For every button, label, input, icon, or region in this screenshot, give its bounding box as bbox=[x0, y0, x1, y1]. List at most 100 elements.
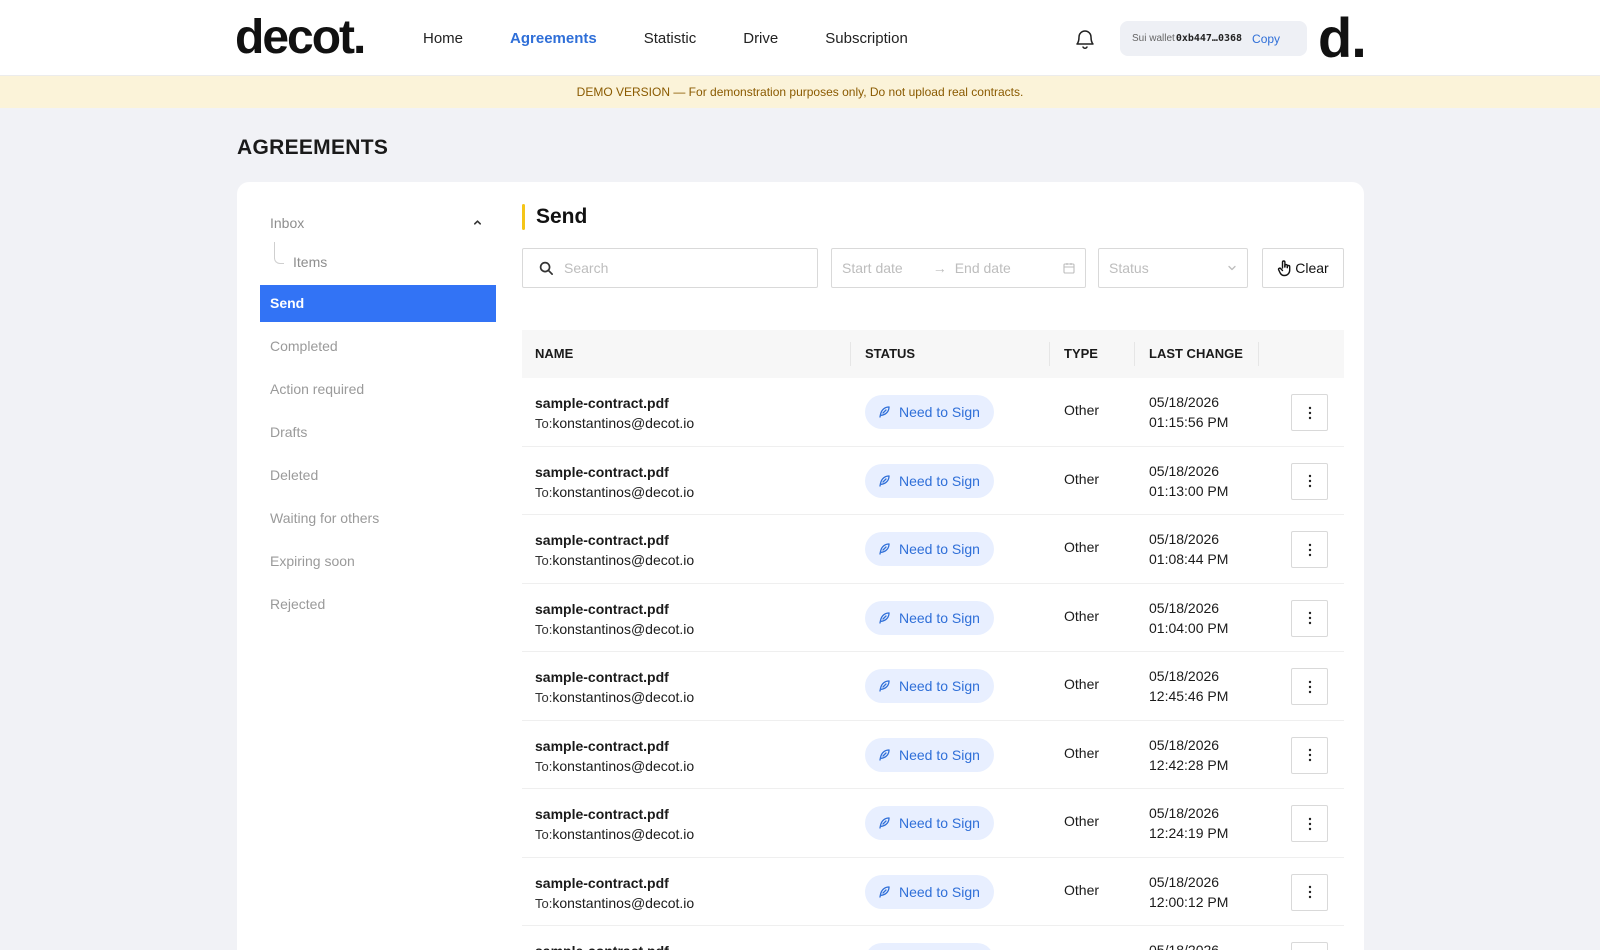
row-menu-button[interactable] bbox=[1291, 599, 1328, 637]
more-vertical-icon bbox=[1308, 817, 1311, 830]
table-row[interactable]: sample-contract.pdf To:konstantinos@deco… bbox=[522, 789, 1344, 858]
last-change-cell: 05/18/2026 12:00:12 PM bbox=[1149, 872, 1228, 912]
bell-icon[interactable] bbox=[1074, 27, 1096, 51]
file-name[interactable]: sample-contract.pdf bbox=[535, 462, 694, 482]
status-label: Need to Sign bbox=[899, 609, 980, 626]
nav-agreements[interactable]: Agreements bbox=[510, 29, 597, 49]
row-menu-button[interactable] bbox=[1291, 942, 1328, 950]
file-name[interactable]: sample-contract.pdf bbox=[535, 530, 694, 550]
file-name[interactable]: sample-contract.pdf bbox=[535, 736, 694, 756]
feather-pen-icon bbox=[879, 680, 890, 692]
type-cell: Other bbox=[1064, 539, 1100, 555]
file-name[interactable]: sample-contract.pdf bbox=[535, 873, 694, 893]
sidebar-item-inbox[interactable]: Inbox bbox=[260, 204, 496, 242]
file-name[interactable]: sample-contract.pdf bbox=[535, 667, 694, 687]
sidebar-item-deleted[interactable]: Deleted bbox=[260, 457, 496, 494]
row-menu-button[interactable] bbox=[1291, 462, 1328, 500]
table-row[interactable]: sample-contract.pdf To:konstantinos@deco… bbox=[522, 447, 1344, 515]
file-name[interactable]: sample-contract.pdf bbox=[535, 941, 694, 950]
date-range-picker[interactable]: Start date → End date bbox=[831, 248, 1086, 288]
name-cell: sample-contract.pdf To:konstantinos@deco… bbox=[535, 941, 694, 950]
status-badge[interactable]: Need to Sign bbox=[865, 874, 994, 909]
file-name[interactable]: sample-contract.pdf bbox=[535, 804, 694, 824]
column-header-name[interactable]: NAME bbox=[535, 330, 573, 378]
calendar-icon bbox=[1063, 263, 1075, 274]
file-name[interactable]: sample-contract.pdf bbox=[535, 393, 694, 413]
row-menu-button[interactable] bbox=[1291, 736, 1328, 774]
sidebar-item-waiting-for-others[interactable]: Waiting for others bbox=[260, 500, 496, 537]
clear-filter-icon bbox=[1278, 260, 1291, 277]
row-menu-button[interactable] bbox=[1291, 668, 1328, 705]
nav-statistic[interactable]: Statistic bbox=[644, 29, 697, 49]
recipient-email: konstantinos@decot.io bbox=[552, 552, 695, 568]
sidebar-item-items[interactable]: Items bbox=[260, 242, 496, 282]
filter-bar: Start date → End date Status bbox=[522, 248, 1344, 288]
last-change-cell: 05/18/2026 01:04:00 PM bbox=[1149, 598, 1228, 638]
chevron-down-icon bbox=[1228, 265, 1236, 271]
last-change-time: 12:24:19 PM bbox=[1149, 825, 1229, 841]
to-prefix: To: bbox=[535, 484, 553, 500]
chevron-up-icon[interactable] bbox=[473, 218, 482, 227]
column-header-type[interactable]: TYPE bbox=[1064, 330, 1098, 378]
more-vertical-icon bbox=[1308, 680, 1311, 693]
status-badge[interactable]: Need to Sign bbox=[865, 737, 994, 772]
row-menu-button[interactable] bbox=[1291, 805, 1328, 842]
last-change-cell: 05/18/2026 12:24:19 PM bbox=[1149, 803, 1228, 843]
last-change-cell: 05/18/2026 12:45:46 PM bbox=[1149, 666, 1228, 706]
row-menu-button[interactable] bbox=[1291, 873, 1328, 911]
table-row[interactable]: sample-contract.pdf To:konstantinos@deco… bbox=[522, 926, 1344, 950]
wallet-chip: Sui wallet 0xb447…0368 Copy bbox=[1120, 21, 1307, 56]
sidebar-item-completed[interactable]: Completed bbox=[260, 328, 496, 365]
column-header-status[interactable]: STATUS bbox=[865, 330, 915, 378]
table-row[interactable]: sample-contract.pdf To:konstantinos@deco… bbox=[522, 515, 1344, 584]
more-vertical-icon bbox=[1308, 748, 1311, 762]
table-row[interactable]: sample-contract.pdf To:konstantinos@deco… bbox=[522, 858, 1344, 926]
sidebar: Inbox Items Send Completed Action requir… bbox=[260, 204, 496, 623]
column-header-last-change[interactable]: LAST CHANGE bbox=[1149, 330, 1243, 378]
status-badge[interactable]: Need to Sign bbox=[865, 395, 994, 429]
recipient-email: konstantinos@decot.io bbox=[552, 415, 695, 431]
sidebar-item-drafts[interactable]: Drafts bbox=[260, 414, 496, 451]
feather-pen-icon bbox=[879, 406, 890, 418]
recipient: To:konstantinos@decot.io bbox=[535, 895, 694, 911]
nav-subscription[interactable]: Subscription bbox=[825, 29, 908, 49]
table-row[interactable]: sample-contract.pdf To:konstantinos@deco… bbox=[522, 721, 1344, 789]
sidebar-item-action-required[interactable]: Action required bbox=[260, 371, 496, 408]
feather-pen-icon bbox=[879, 611, 890, 624]
table-row[interactable]: sample-contract.pdf To:konstantinos@deco… bbox=[522, 378, 1344, 447]
status-badge[interactable]: Need to Sign bbox=[865, 806, 994, 840]
feather-pen-icon bbox=[879, 543, 890, 555]
nav-home[interactable]: Home bbox=[423, 29, 463, 49]
status-badge[interactable]: Need to Sign bbox=[865, 532, 994, 566]
last-change-cell: 05/18/2026 11:58:34 AM bbox=[1149, 940, 1227, 950]
end-date-field[interactable]: End date bbox=[955, 260, 1011, 276]
row-menu-button[interactable] bbox=[1291, 531, 1328, 568]
table-row[interactable]: sample-contract.pdf To:konstantinos@deco… bbox=[522, 652, 1344, 721]
sidebar-item-rejected[interactable]: Rejected bbox=[260, 586, 496, 623]
status-label: Need to Sign bbox=[899, 883, 980, 900]
file-name[interactable]: sample-contract.pdf bbox=[535, 599, 694, 619]
table-row[interactable]: sample-contract.pdf To:konstantinos@deco… bbox=[522, 584, 1344, 652]
row-menu-button[interactable] bbox=[1291, 394, 1328, 431]
sidebar-item-expiring-soon[interactable]: Expiring soon bbox=[260, 543, 496, 580]
recipient: To:konstantinos@decot.io bbox=[535, 826, 694, 842]
status-select[interactable]: Status bbox=[1098, 248, 1248, 288]
clear-filters-button[interactable]: Clear bbox=[1262, 248, 1344, 288]
search-input[interactable] bbox=[564, 260, 804, 276]
start-date-field[interactable]: Start date bbox=[842, 260, 903, 276]
avatar[interactable]: d. bbox=[1318, 8, 1367, 68]
sidebar-items-label: Items bbox=[293, 254, 328, 270]
nav-drive[interactable]: Drive bbox=[743, 29, 778, 49]
recipient: To:konstantinos@decot.io bbox=[535, 415, 695, 431]
search-field[interactable] bbox=[522, 248, 818, 288]
column-divider bbox=[1258, 342, 1259, 366]
logo[interactable]: decot. bbox=[235, 12, 366, 64]
status-badge[interactable]: Need to Sign bbox=[865, 669, 994, 703]
status-badge[interactable]: Need to Sign bbox=[865, 463, 994, 498]
status-badge[interactable]: Need to Sign bbox=[865, 943, 994, 950]
last-change-cell: 05/18/2026 01:15:56 PM bbox=[1149, 392, 1228, 432]
sidebar-item-send[interactable]: Send bbox=[260, 285, 496, 322]
wallet-address: 0xb447…0368 bbox=[1175, 33, 1243, 44]
copy-address-button[interactable]: Copy bbox=[1252, 32, 1280, 46]
status-badge[interactable]: Need to Sign bbox=[865, 600, 994, 635]
